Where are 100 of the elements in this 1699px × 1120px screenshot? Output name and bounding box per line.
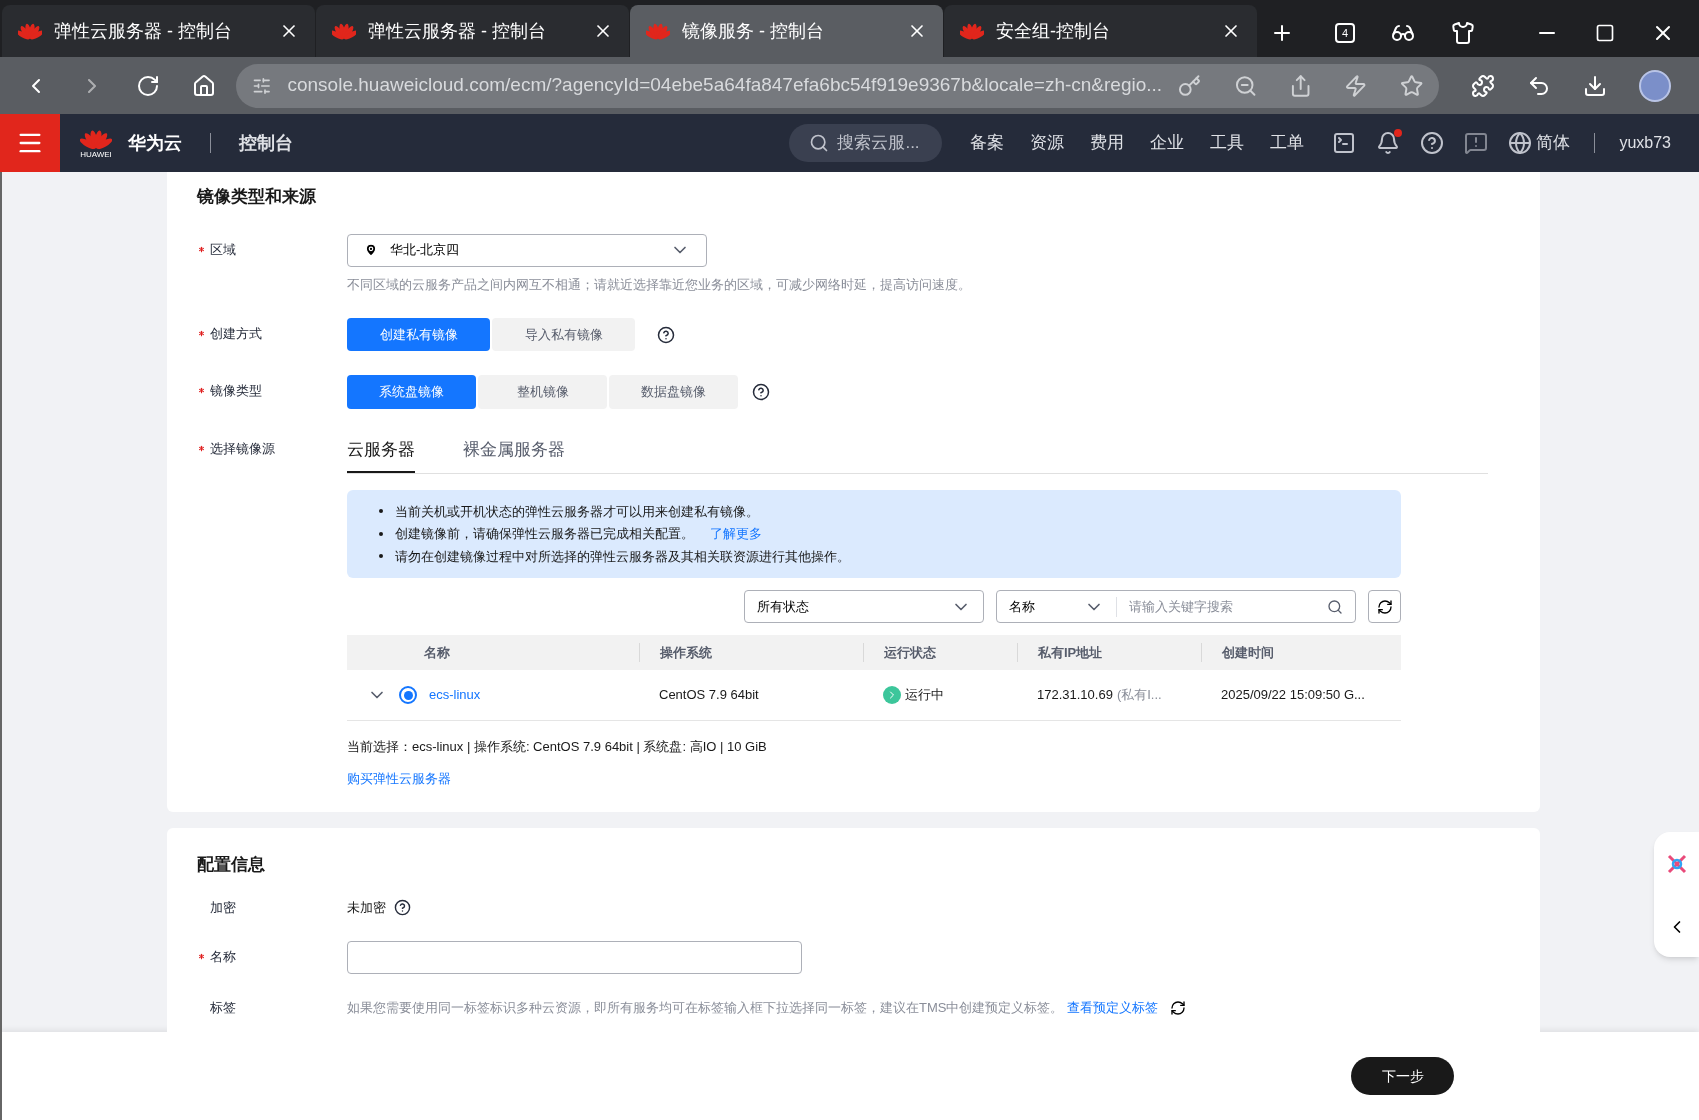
encryption-value: 未加密 (347, 898, 386, 917)
user-name[interactable]: yuxb73 (1619, 131, 1671, 155)
running-icon (883, 686, 901, 704)
nav-link[interactable]: 企业 (1150, 130, 1185, 156)
terminal-icon[interactable] (1332, 131, 1357, 155)
home-icon[interactable] (192, 73, 216, 98)
section-title: 配置信息 (196, 854, 266, 876)
browser-tab[interactable]: 弹性云服务器 - 控制台 (316, 5, 629, 57)
search-field[interactable]: 搜索云服... (789, 124, 943, 162)
reload-icon[interactable] (136, 73, 160, 98)
table-cell-text: 运行中 (905, 686, 944, 705)
option-button[interactable]: 数据盘镜像 (609, 375, 738, 409)
column-header: 操作系统 (660, 643, 712, 662)
logo-icon (332, 21, 356, 41)
browser-tab[interactable]: 镜像服务 - 控制台 (630, 5, 943, 57)
help-icon[interactable] (752, 383, 770, 401)
nav-link[interactable]: 备案 (970, 130, 1005, 156)
field-label: 加密 (210, 898, 236, 917)
notice-text: 当前关机或开机状态的弹性云服务器才可以用来创建私有镜像。 (395, 502, 759, 521)
logo-icon (18, 21, 42, 41)
browser-tab[interactable]: 弹性云服务器 - 控制台 (2, 5, 315, 57)
region-select[interactable]: 华北-北京四 (347, 233, 707, 267)
tab-title: 安全组-控制台 (996, 19, 1111, 43)
nav-link[interactable]: 工单 (1270, 130, 1305, 156)
field-label: 创建方式 (210, 325, 262, 343)
nav-link[interactable]: 工具 (1210, 130, 1245, 156)
field-label: 镜像类型 (210, 382, 262, 400)
source-tab[interactable]: 云服务器 (347, 433, 415, 473)
maximize-icon[interactable] (1595, 23, 1615, 43)
status-filter[interactable]: 所有状态 (744, 590, 984, 623)
console-link[interactable]: 控制台 (239, 129, 293, 157)
tab-count[interactable]: 4 (1335, 23, 1355, 43)
learn-more-link[interactable]: 了解更多 (710, 524, 762, 544)
shirt-icon[interactable] (1451, 21, 1475, 45)
section-title: 镜像类型和来源 (195, 186, 317, 208)
buy-server-link[interactable]: 购买弹性云服务器 (347, 768, 451, 788)
extensions-icon[interactable] (1471, 73, 1495, 98)
star-icon[interactable] (1399, 73, 1423, 98)
ip-note: (私有I... (1116, 686, 1162, 705)
brand-name[interactable]: 华为云 (128, 129, 182, 157)
download-icon[interactable] (1583, 73, 1607, 98)
option-button[interactable]: 创建私有镜像 (347, 318, 490, 351)
key-icon[interactable] (1178, 73, 1202, 98)
refresh-icon[interactable] (1170, 999, 1187, 1016)
location-pin-icon (364, 243, 378, 257)
site-settings-icon[interactable] (252, 75, 272, 96)
tab-title: 镜像服务 - 控制台 (682, 19, 825, 43)
source-tab[interactable]: 裸金属服务器 (463, 433, 565, 473)
column-header: 名称 (424, 643, 450, 662)
table-cell: 2025/09/22 15:09:50 G... (1221, 687, 1365, 703)
bullet-icon (379, 509, 383, 514)
logo-text: HUAWEI (80, 151, 112, 159)
column-header: 创建时间 (1222, 643, 1274, 662)
refresh-button[interactable] (1368, 590, 1401, 623)
bullet-icon (379, 531, 383, 536)
next-button[interactable]: 下一步 (1351, 1057, 1454, 1095)
option-button[interactable]: 整机镜像 (478, 375, 607, 409)
nav-link[interactable]: 资源 (1030, 130, 1065, 156)
search-field-select[interactable]: 名称 (997, 596, 1117, 617)
column-header: 私有IP地址 (1038, 643, 1103, 662)
notice-text: 请勿在创建镜像过程中对所选择的弹性云服务器及其相关联资源进行其他操作。 (395, 547, 850, 566)
field-label: 标签 (210, 999, 236, 1017)
nav-link[interactable]: 费用 (1090, 130, 1125, 156)
menu-button[interactable] (0, 114, 60, 172)
profile-avatar[interactable] (1639, 69, 1671, 102)
language-label[interactable]: 简体 (1536, 130, 1571, 156)
search-input[interactable]: 请输入关键字搜索 (1117, 596, 1355, 617)
logo-icon (960, 21, 984, 41)
table-cell: CentOS 7.9 64bit (659, 687, 759, 703)
hint-text: 不同区域的云服务产品之间内网互不相通；请就近选择靠近您业务的区域，可减少网络时延，提高访问速度。 (347, 275, 972, 294)
help-icon[interactable] (657, 325, 675, 344)
field-label: 名称 (210, 948, 236, 966)
server-name-link[interactable]: ecs-linux (429, 685, 481, 705)
globe-icon[interactable] (1508, 131, 1533, 155)
browser-tab[interactable]: 安全组-控制台 (944, 5, 1257, 57)
predefined-tags-link[interactable]: 查看预定义标签 (1067, 998, 1159, 1018)
feedback-icon[interactable] (1464, 131, 1489, 155)
zoom-out-icon[interactable] (1233, 73, 1257, 98)
field-label: 选择镜像源 (210, 440, 275, 458)
name-input[interactable] (347, 941, 802, 974)
radio-button[interactable] (399, 686, 417, 704)
bullet-icon (379, 554, 383, 559)
search-icon (809, 133, 830, 153)
logo-icon (80, 127, 112, 151)
field-label: 区域 (210, 240, 236, 259)
lightning-icon[interactable] (1344, 73, 1368, 98)
option-button[interactable]: 导入私有镜像 (492, 318, 635, 351)
current-selection: 当前选择：ecs-linux | 操作系统: CentOS 7.9 64bit | 系统盘: 高IO | 10 GiB (347, 738, 768, 756)
option-button[interactable]: 系统盘镜像 (347, 375, 476, 409)
notice-text: 创建镜像前，请确保弹性云服务器已完成相关配置。 (395, 525, 694, 543)
url-text: console.huaweicloud.com/ecm/?agencyId=04ebe5a64fa847efa6bc54f919e9367b&locale=zh-cn&regio... (287, 73, 1163, 98)
help-icon[interactable] (394, 898, 411, 916)
table-cell-text: 172.31.10.69 (1037, 686, 1113, 705)
refresh-icon (1376, 598, 1393, 615)
bell-icon[interactable] (1376, 131, 1401, 155)
tab-title: 弹性云服务器 - 控制台 (368, 19, 547, 43)
logo-icon (646, 21, 670, 41)
tab-title: 弹性云服务器 - 控制台 (54, 19, 233, 43)
search-icon (1327, 598, 1343, 615)
hint-text: 如果您需要使用同一标签标识多种云资源，即所有服务均可在标签输入框下拉选择同一标签，建议在TMS中创建预定义标签。 (347, 999, 1064, 1017)
